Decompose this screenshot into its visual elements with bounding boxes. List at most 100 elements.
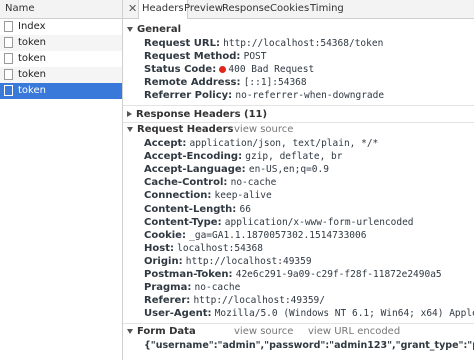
request-details-panel: ✕ Headers Preview Response Cookies Timin… — [123, 0, 474, 360]
request-url-value: http://localhost:54368/token — [223, 38, 384, 49]
tab-timing[interactable]: Timing — [307, 0, 347, 18]
request-name: token — [18, 37, 46, 48]
form-data-section-toggle[interactable]: Form Data — [127, 326, 196, 337]
form-data-value: {"username":"admin","password":"admin123… — [144, 340, 474, 351]
request-row-3[interactable]: token — [0, 67, 122, 83]
request-header-value: no-cache — [194, 282, 241, 294]
request-headers-view-source-link[interactable]: view source — [234, 124, 293, 135]
details-tabbar: ✕ Headers Preview Response Cookies Timin… — [123, 0, 474, 19]
remote-address-row: Remote Address: [::1]:54368 — [144, 77, 307, 88]
remote-address-value: [::1]:54368 — [243, 77, 307, 88]
request-header-key: Accept: — [144, 138, 187, 149]
triangle-icon — [127, 111, 132, 117]
file-icon — [4, 37, 13, 48]
request-header-row: Accept-Encoding: gzip, deflate, br — [144, 151, 343, 162]
form-data-view-url-encoded-link[interactable]: view URL encoded — [308, 326, 400, 337]
request-header-value: localhost:54368 — [177, 242, 263, 254]
request-header-value: keep-alive — [214, 190, 272, 202]
status-code-value: 400 Bad Request — [228, 64, 315, 75]
request-header-key: Content-Length: — [144, 203, 237, 215]
general-section-toggle[interactable]: General — [127, 24, 181, 35]
request-header-row: Origin: http://localhost:49359 — [144, 256, 312, 267]
tab-headers-label: Headers — [142, 3, 184, 14]
request-header-row: Postman-Token: 42e6c291-9a09-c29f-f28f-1… — [144, 269, 442, 280]
request-name: token — [18, 69, 46, 80]
request-url-key: Request URL: — [144, 38, 220, 49]
request-header-value: application/json, text/plain, */* — [189, 138, 379, 149]
request-header-row: Cache-Control: no-cache — [144, 177, 276, 188]
request-header-key: Accept-Encoding: — [144, 151, 243, 163]
triangle-icon — [127, 126, 133, 132]
request-name: token — [18, 53, 46, 64]
request-header-row: Cookie: _ga=GA1.1.1870057302.1514733006 — [144, 230, 366, 241]
request-name: token — [18, 85, 46, 96]
request-header-value: _ga=GA1.1.1870057302.1514733006 — [189, 229, 367, 241]
name-column-header[interactable]: Name — [0, 0, 122, 19]
request-header-value: 66 — [239, 203, 251, 215]
form-data-view-source-link[interactable]: view source — [234, 326, 293, 337]
request-row-2[interactable]: token — [0, 51, 122, 67]
file-icon — [4, 85, 13, 96]
request-list-panel: Name Index token token token token — [0, 0, 123, 360]
request-header-row: Accept: application/json, text/plain, */… — [144, 138, 378, 149]
request-headers-section-toggle[interactable]: Request Headers — [127, 124, 233, 135]
request-headers-title: Request Headers — [137, 124, 234, 135]
request-header-key: Referer: — [144, 295, 191, 307]
tab-cookies[interactable]: Cookies — [267, 0, 312, 18]
referrer-policy-row: Referrer Policy: no-referrer-when-downgr… — [144, 90, 384, 101]
triangle-icon — [127, 26, 133, 32]
status-error-icon — [219, 66, 227, 73]
request-header-value: no-cache — [230, 177, 277, 189]
request-header-value: Mozilla/5.0 (Windows NT 6.1; Win64; x64)… — [214, 308, 474, 320]
status-code-row: Status Code: 400 Bad Request — [144, 64, 314, 75]
request-method-value: POST — [243, 51, 267, 62]
tab-cookies-label: Cookies — [270, 3, 310, 14]
file-icon — [4, 21, 13, 32]
status-code-key: Status Code: — [144, 64, 217, 75]
request-header-value: http://localhost:49359/ — [193, 295, 326, 307]
request-header-key: User-Agent: — [144, 308, 212, 320]
response-headers-section-toggle[interactable]: Response Headers (11) — [127, 109, 267, 120]
headers-content: General Request URL: http://localhost:54… — [123, 19, 474, 360]
triangle-icon — [127, 328, 133, 334]
request-header-row: Content-Length: 66 — [144, 204, 251, 215]
request-url-row: Request URL: http://localhost:54368/toke… — [144, 38, 383, 49]
request-header-key: Content-Type: — [144, 216, 222, 228]
section-divider — [123, 105, 474, 106]
referrer-policy-key: Referrer Policy: — [144, 90, 233, 101]
tab-response[interactable]: Response — [219, 0, 273, 18]
form-data-title: Form Data — [137, 326, 196, 337]
close-icon[interactable]: ✕ — [128, 2, 137, 15]
request-method-row: Request Method: POST — [144, 51, 267, 62]
request-header-key: Pragma: — [144, 282, 192, 294]
section-divider — [123, 323, 474, 324]
request-header-key: Accept-Language: — [144, 164, 246, 176]
request-header-row: User-Agent: Mozilla/5.0 (Windows NT 6.1;… — [144, 308, 474, 319]
request-header-key: Postman-Token: — [144, 269, 233, 280]
response-headers-title: Response Headers (11) — [136, 109, 268, 120]
request-header-row: Referer: http://localhost:49359/ — [144, 295, 325, 306]
request-row-0[interactable]: Index — [0, 19, 122, 35]
request-header-row: Pragma: no-cache — [144, 282, 240, 293]
request-row-1[interactable]: token — [0, 35, 122, 51]
section-divider — [123, 122, 474, 123]
request-header-value: application/x-www-form-urlencoded — [224, 216, 414, 228]
request-header-value: http://localhost:49359 — [185, 255, 312, 267]
request-header-value: en-US,en;q=0.9 — [248, 164, 329, 176]
request-header-key: Connection: — [144, 190, 212, 202]
request-header-key: Cookie: — [144, 229, 186, 241]
request-header-key: Cache-Control: — [144, 177, 228, 189]
request-header-row: Connection: keep-alive — [144, 190, 272, 201]
file-icon — [4, 53, 13, 64]
request-header-row: Accept-Language: en-US,en;q=0.9 — [144, 164, 329, 175]
tab-response-label: Response — [222, 3, 271, 14]
file-icon — [4, 69, 13, 80]
request-header-key: Origin: — [144, 255, 183, 267]
request-header-row: Content-Type: application/x-www-form-url… — [144, 217, 414, 228]
request-header-value: gzip, deflate, br — [245, 151, 343, 163]
request-method-key: Request Method: — [144, 51, 241, 62]
request-row-4[interactable]: token — [0, 83, 122, 99]
general-title: General — [137, 24, 181, 35]
request-header-value: 42e6c291-9a09-c29f-f28f-11872e2490a5 — [235, 269, 442, 280]
tab-timing-label: Timing — [310, 3, 344, 14]
